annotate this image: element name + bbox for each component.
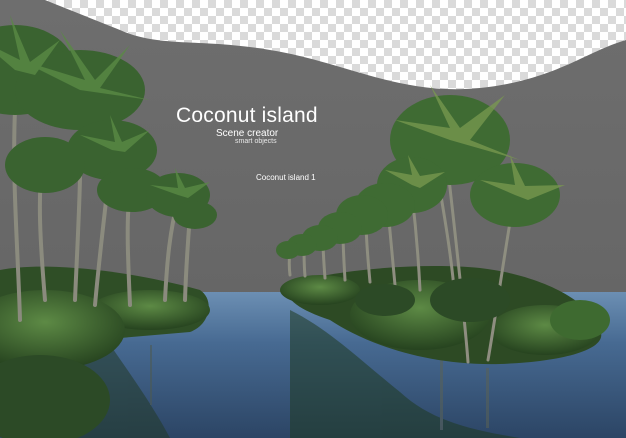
- scene-title: Coconut island: [176, 104, 318, 127]
- scene-tagline: smart objects: [235, 138, 277, 145]
- title-block: Coconut island Scene creator smart objec…: [176, 104, 318, 145]
- island-label: Coconut island 1: [256, 173, 316, 182]
- coconut-island-render: [0, 0, 626, 438]
- product-preview-image: Coconut island Scene creator smart objec…: [0, 0, 626, 438]
